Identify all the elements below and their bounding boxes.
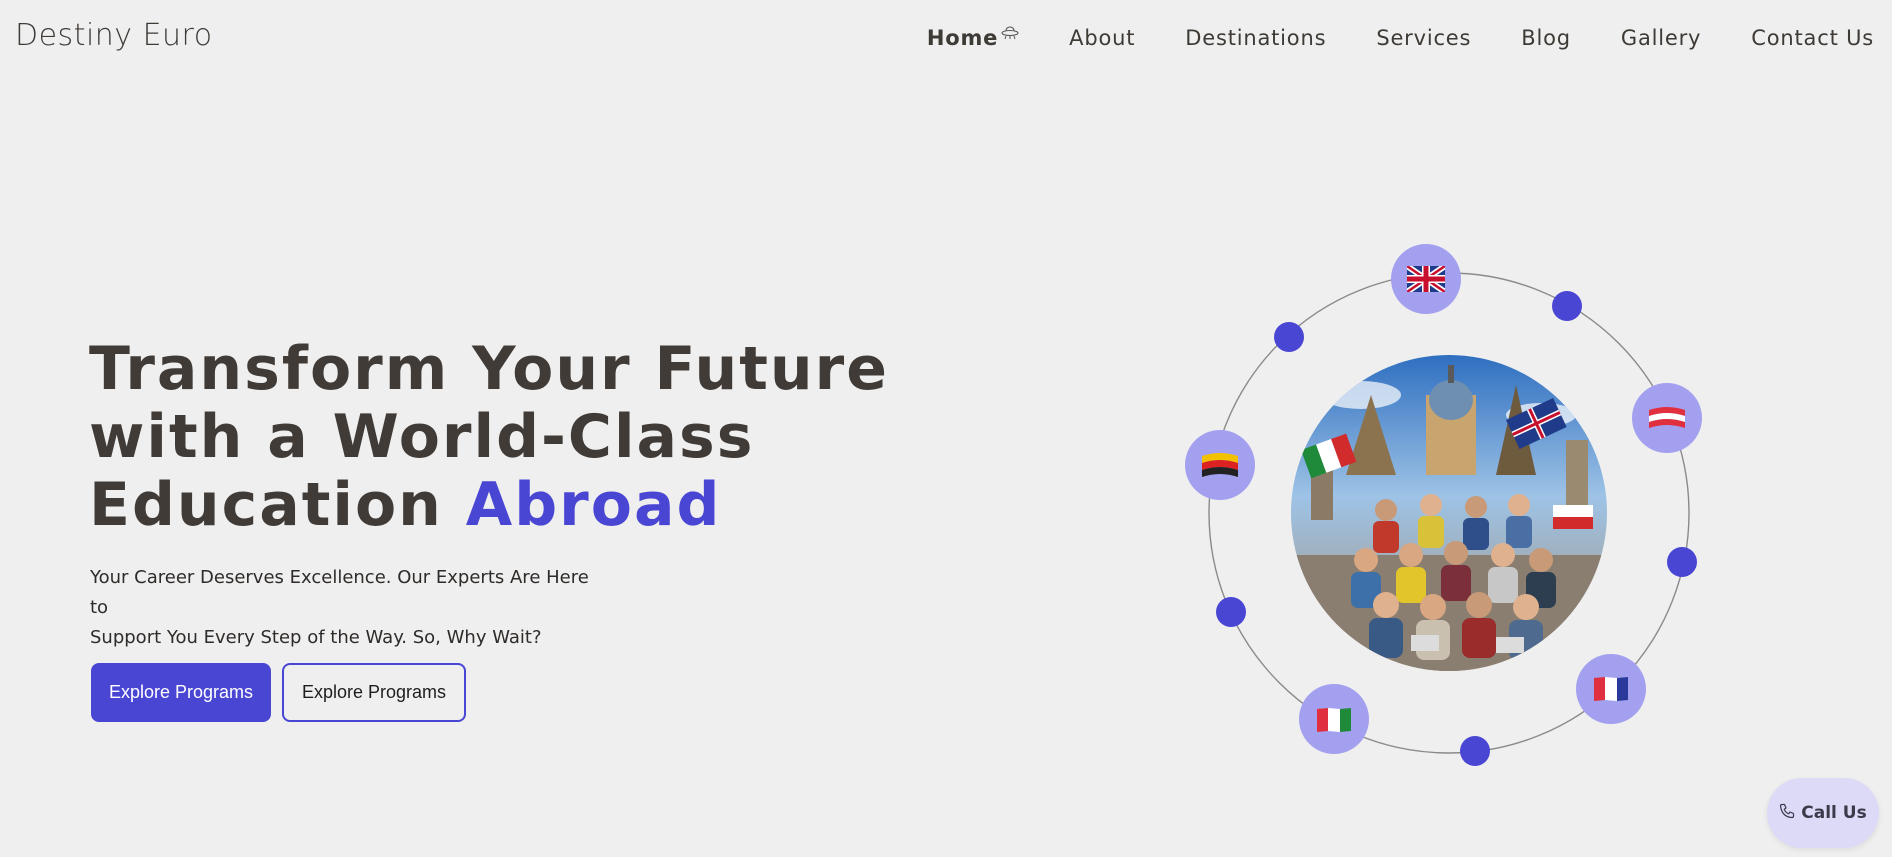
orbit-dot (1552, 291, 1582, 321)
orbit-ring (1208, 272, 1697, 766)
austria-flag-icon[interactable] (1632, 383, 1702, 453)
orbit-dot (1274, 322, 1304, 352)
students-studying-abroad-image (1291, 355, 1607, 671)
call-us-label: Call Us (1801, 803, 1867, 823)
germany-flag-icon[interactable] (1185, 430, 1255, 500)
orbit-dot (1216, 597, 1246, 627)
italy-flag-icon[interactable] (1299, 684, 1369, 754)
orbit-dot (1460, 736, 1490, 766)
call-us-button[interactable]: Call Us (1767, 778, 1879, 848)
france-flag-icon[interactable] (1576, 654, 1646, 724)
phone-icon (1779, 803, 1795, 824)
orbit-dot (1667, 547, 1697, 577)
uk-flag-icon[interactable] (1391, 244, 1461, 314)
